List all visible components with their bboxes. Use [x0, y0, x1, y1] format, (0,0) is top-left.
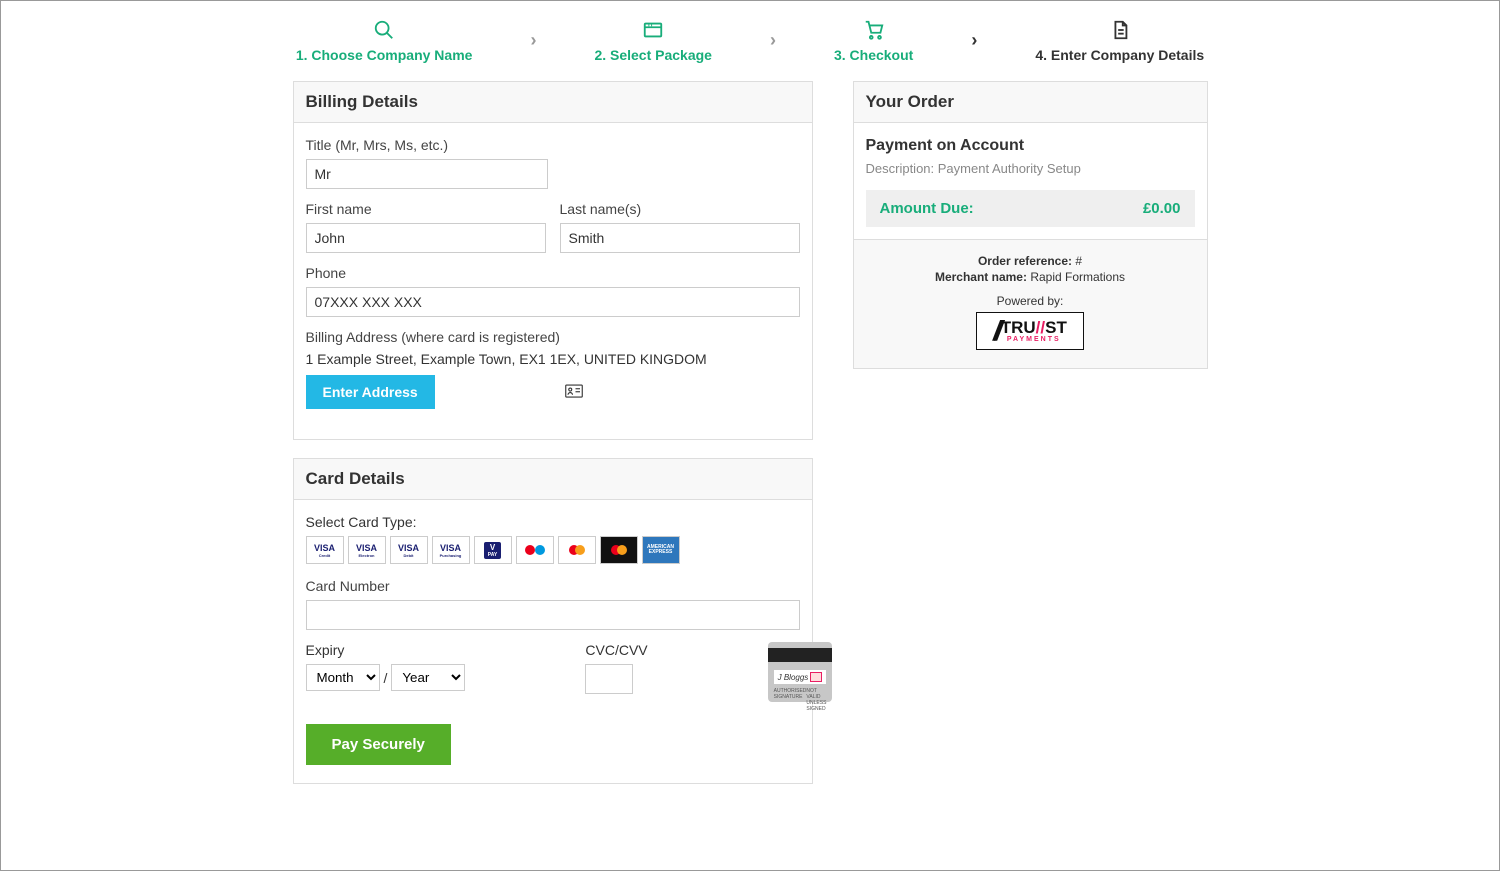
select-card-type-label: Select Card Type: — [306, 514, 417, 530]
panel-header: Your Order — [854, 82, 1207, 123]
first-name-label: First name — [306, 201, 546, 217]
checkout-stepper: 1. Choose Company Name › 2. Select Packa… — [1, 11, 1499, 81]
payment-description: Description: Payment Authority Setup — [866, 161, 1195, 176]
step-label: 2. Select Package — [594, 47, 712, 63]
chevron-right-icon: › — [530, 30, 536, 51]
trust-payments-logo: // TRU//ST PAYMENTS — [976, 312, 1084, 350]
step-3[interactable]: 3. Checkout — [834, 17, 913, 63]
enter-address-button[interactable]: Enter Address — [306, 375, 435, 409]
step-2[interactable]: 2. Select Package — [594, 17, 712, 63]
panel-header: Billing Details — [294, 82, 812, 123]
title-label: Title (Mr, Mrs, Ms, etc.) — [306, 137, 800, 153]
address-card-icon — [565, 384, 583, 401]
card-type-visa-debit[interactable]: VISADebit — [390, 536, 428, 564]
card-back-icon: J Bloggs AUTHORISED SIGNATURENOT VALID U… — [768, 642, 833, 702]
chevron-right-icon: › — [770, 30, 776, 51]
card-heading: Card Details — [306, 469, 800, 489]
card-type-mastercard[interactable] — [558, 536, 596, 564]
billing-address-value: 1 Example Street, Example Town, EX1 1EX,… — [306, 351, 800, 367]
last-name-label: Last name(s) — [560, 201, 800, 217]
card-type-amex[interactable]: AMERICANEXPRESS — [642, 536, 680, 564]
order-footer: Order reference: # Merchant name: Rapid … — [854, 239, 1207, 368]
expiry-separator: / — [384, 670, 388, 686]
billing-details-panel: Billing Details Title (Mr, Mrs, Ms, etc.… — [293, 81, 813, 440]
card-type-visa-credit[interactable]: VISACredit — [306, 536, 344, 564]
card-type-visa-electron[interactable]: VISAElectron — [348, 536, 386, 564]
cart-icon — [834, 17, 913, 43]
billing-heading: Billing Details — [306, 92, 800, 112]
expiry-year-select[interactable]: Year — [391, 664, 465, 691]
document-icon — [1035, 17, 1204, 43]
card-number-label: Card Number — [306, 578, 800, 594]
expiry-month-select[interactable]: Month — [306, 664, 380, 691]
step-label: 1. Choose Company Name — [296, 47, 473, 63]
amount-due-value: £0.00 — [1143, 200, 1181, 217]
chevron-right-icon: › — [971, 30, 977, 51]
search-icon — [296, 17, 473, 43]
step-label: 3. Checkout — [834, 47, 913, 63]
step-label: 4. Enter Company Details — [1035, 47, 1204, 63]
pay-securely-button[interactable]: Pay Securely — [306, 724, 451, 765]
phone-label: Phone — [306, 265, 800, 281]
last-name-input[interactable] — [560, 223, 800, 253]
first-name-input[interactable] — [306, 223, 546, 253]
your-order-panel: Your Order Payment on Account Descriptio… — [853, 81, 1208, 369]
panel-header: Card Details — [294, 459, 812, 500]
card-type-selector: VISACredit VISAElectron VISADebit VISAPu… — [306, 536, 800, 564]
amount-due: Amount Due: £0.00 — [866, 190, 1195, 227]
phone-input[interactable] — [306, 287, 800, 317]
billing-address-label: Billing Address (where card is registere… — [306, 329, 800, 345]
title-input[interactable] — [306, 159, 548, 189]
amount-due-label: Amount Due: — [880, 200, 974, 217]
powered-by-label: Powered by: — [864, 294, 1197, 308]
card-number-input[interactable] — [306, 600, 800, 630]
step-4[interactable]: 4. Enter Company Details — [1035, 17, 1204, 63]
order-heading: Your Order — [866, 92, 1195, 112]
expiry-label: Expiry — [306, 642, 466, 658]
card-details-panel: Card Details Select Card Type: VISACredi… — [293, 458, 813, 784]
card-type-maestro[interactable] — [516, 536, 554, 564]
step-1[interactable]: 1. Choose Company Name — [296, 17, 473, 63]
package-icon — [594, 17, 712, 43]
cvc-input[interactable] — [585, 664, 633, 694]
cvc-label: CVC/CVV — [585, 642, 647, 658]
card-type-visa-purchasing[interactable]: VISAPurchasing — [432, 536, 470, 564]
card-type-vpay[interactable]: VPAY — [474, 536, 512, 564]
card-type-mastercard-debit[interactable] — [600, 536, 638, 564]
payment-title: Payment on Account — [866, 137, 1195, 155]
